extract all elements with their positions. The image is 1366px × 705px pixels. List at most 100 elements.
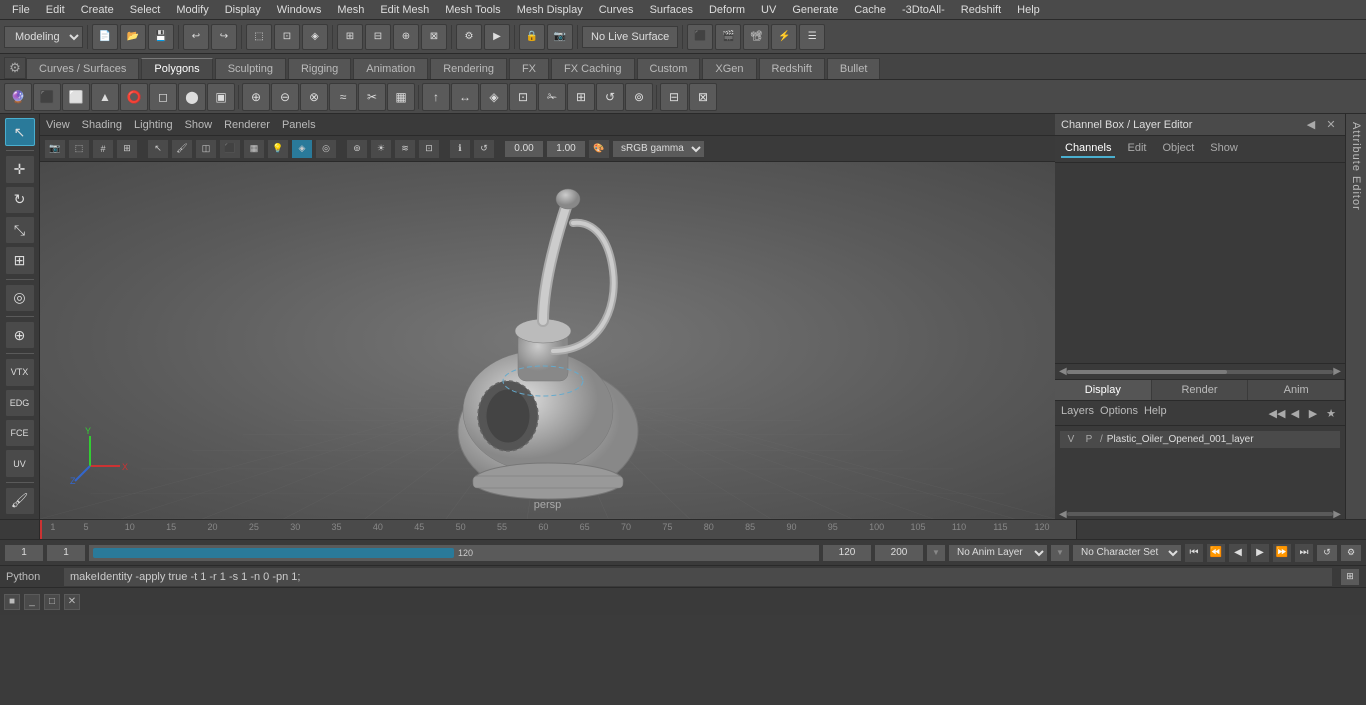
anim-layer-arrow[interactable]: ▼ bbox=[926, 544, 946, 562]
ao-btn[interactable]: ◎ bbox=[315, 139, 337, 159]
multi-cut-icon-btn[interactable]: ⊠ bbox=[689, 83, 717, 111]
menu-redshift[interactable]: Redshift bbox=[953, 0, 1009, 19]
cube-icon-btn[interactable]: ⬛ bbox=[33, 83, 61, 111]
merge-icon-btn[interactable]: ⊡ bbox=[509, 83, 537, 111]
refresh-btn[interactable]: ↺ bbox=[473, 139, 495, 159]
snap-view-button[interactable]: ⊠ bbox=[421, 24, 447, 50]
layer-opt-layers[interactable]: Layers bbox=[1061, 405, 1094, 421]
layer-scrollbar[interactable] bbox=[1067, 512, 1334, 516]
cb-scroll-right[interactable]: ▶ bbox=[1333, 366, 1341, 377]
magnet-button[interactable]: 🔒 bbox=[519, 24, 545, 50]
universal-manip-tool[interactable]: ⊞ bbox=[5, 246, 35, 274]
cb-tab-object[interactable]: Object bbox=[1158, 140, 1198, 158]
fill-icon-btn[interactable]: ▦ bbox=[387, 83, 415, 111]
workspace-dropdown[interactable]: Modeling bbox=[4, 26, 83, 48]
menu-create[interactable]: Create bbox=[73, 0, 122, 19]
tab-xgen[interactable]: XGen bbox=[702, 58, 756, 79]
playblast-button[interactable]: 📽 bbox=[743, 24, 769, 50]
plane-icon-btn[interactable]: ◻ bbox=[149, 83, 177, 111]
extract-icon-btn[interactable]: ✂ bbox=[358, 83, 386, 111]
edge-mode-btn[interactable]: EDG bbox=[5, 389, 35, 417]
wire-btn[interactable]: ◫ bbox=[195, 139, 217, 159]
viewport-render-button[interactable]: 🎬 bbox=[715, 24, 741, 50]
pipe-icon-btn[interactable]: ▣ bbox=[207, 83, 235, 111]
boolean-icon-btn[interactable]: ⊗ bbox=[300, 83, 328, 111]
play-back-btn[interactable]: ◀ bbox=[1228, 543, 1248, 563]
film-gate-btn[interactable]: ⬚ bbox=[68, 139, 90, 159]
step-forward-btn[interactable]: ⏩ bbox=[1272, 543, 1292, 563]
subdiv-btn[interactable]: ⊡ bbox=[418, 139, 440, 159]
extrude-icon-btn[interactable]: ↑ bbox=[422, 83, 450, 111]
camera-btn[interactable]: 📷 bbox=[44, 139, 66, 159]
max-frame-input[interactable] bbox=[874, 544, 924, 562]
loop-btn[interactable]: ↺ bbox=[1316, 544, 1338, 562]
ring-icon-btn[interactable]: ⊚ bbox=[625, 83, 653, 111]
menu-select[interactable]: Select bbox=[122, 0, 169, 19]
menu-edit[interactable]: Edit bbox=[38, 0, 73, 19]
viewport-menu-shading[interactable]: Shading bbox=[82, 119, 122, 131]
layer-opt-options[interactable]: Options bbox=[1100, 405, 1138, 421]
tab-custom[interactable]: Custom bbox=[637, 58, 701, 79]
win-close-btn[interactable]: ✕ bbox=[64, 594, 80, 610]
settings-icon[interactable]: ⚙ bbox=[4, 57, 26, 79]
attribute-editor-tab[interactable]: Attribute Editor bbox=[1345, 114, 1366, 519]
step-back-btn[interactable]: ⏪ bbox=[1206, 543, 1226, 563]
win-minimize-btn[interactable]: _ bbox=[24, 594, 40, 610]
vertex-mode-btn[interactable]: VTX bbox=[5, 358, 35, 386]
char-set-arrow[interactable]: ▼ bbox=[1050, 544, 1070, 562]
menu-display[interactable]: Display bbox=[217, 0, 269, 19]
face-mode-btn[interactable]: FCE bbox=[5, 419, 35, 447]
layer-visibility[interactable]: V bbox=[1064, 434, 1078, 445]
cb-tab-channels[interactable]: Channels bbox=[1061, 140, 1115, 158]
bridge-icon-btn[interactable]: ↔ bbox=[451, 83, 479, 111]
tab-rigging[interactable]: Rigging bbox=[288, 58, 351, 79]
range-slider[interactable]: 120 bbox=[88, 544, 820, 562]
select-tool-button[interactable]: ⬚ bbox=[246, 24, 272, 50]
tab-animation[interactable]: Animation bbox=[353, 58, 428, 79]
live-surface-button[interactable]: No Live Surface bbox=[582, 26, 678, 48]
sphere-icon-btn[interactable]: 🔮 bbox=[4, 83, 32, 111]
anim-layer-dropdown[interactable]: No Anim Layer bbox=[948, 544, 1048, 562]
layer-playback[interactable]: P bbox=[1082, 434, 1096, 445]
render-settings-button[interactable]: ⚙ bbox=[456, 24, 482, 50]
hud-btn[interactable]: ℹ bbox=[449, 139, 471, 159]
layer-item[interactable]: V P / Plastic_Oiler_Opened_001_layer bbox=[1059, 430, 1341, 449]
uv-mode-btn[interactable]: UV bbox=[5, 449, 35, 477]
render-button[interactable]: ▶ bbox=[484, 24, 510, 50]
layer-tab-render[interactable]: Render bbox=[1152, 380, 1249, 400]
select-tool[interactable]: ↖ bbox=[5, 118, 35, 146]
layer-new-icon[interactable]: ◀◀ bbox=[1269, 405, 1285, 421]
shaded-btn[interactable]: ⬛ bbox=[219, 139, 241, 159]
smooth-icon-btn[interactable]: ≈ bbox=[329, 83, 357, 111]
layer-scroll-left[interactable]: ◀ bbox=[1059, 509, 1067, 520]
new-scene-button[interactable]: 📄 bbox=[92, 24, 118, 50]
cone-icon-btn[interactable]: ▲ bbox=[91, 83, 119, 111]
viewport-menu-renderer[interactable]: Renderer bbox=[224, 119, 270, 131]
lasso-tool-button[interactable]: ⊡ bbox=[274, 24, 300, 50]
menu-uv[interactable]: UV bbox=[753, 0, 784, 19]
snap-point-button[interactable]: ⊕ bbox=[393, 24, 419, 50]
layer-scroll-right[interactable]: ▶ bbox=[1333, 509, 1341, 520]
cut-icon-btn[interactable]: ✁ bbox=[538, 83, 566, 111]
scale-tool[interactable]: ⤡ bbox=[5, 216, 35, 244]
status-script-btn[interactable]: ⊞ bbox=[1340, 568, 1360, 586]
tab-sculpting[interactable]: Sculpting bbox=[215, 58, 286, 79]
viewport-menu-view[interactable]: View bbox=[46, 119, 70, 131]
shadow-btn[interactable]: ◈ bbox=[291, 139, 313, 159]
command-output[interactable]: makeIdentity -apply true -t 1 -r 1 -s 1 … bbox=[64, 568, 1332, 586]
tab-fx[interactable]: FX bbox=[509, 58, 549, 79]
camera-far-input[interactable] bbox=[546, 140, 586, 158]
sculpt-tool[interactable]: 🖌 bbox=[5, 487, 35, 515]
redo-button[interactable]: ↪ bbox=[211, 24, 237, 50]
tab-bullet[interactable]: Bullet bbox=[827, 58, 881, 79]
menu-mesh[interactable]: Mesh bbox=[329, 0, 372, 19]
menu-modify[interactable]: Modify bbox=[168, 0, 216, 19]
layer-prev-icon[interactable]: ◀ bbox=[1287, 405, 1303, 421]
combine-icon-btn[interactable]: ⊕ bbox=[242, 83, 270, 111]
move-tool[interactable]: ✛ bbox=[5, 155, 35, 183]
layer-tab-anim[interactable]: Anim bbox=[1248, 380, 1345, 400]
cb-scroll-left[interactable]: ◀ bbox=[1059, 366, 1067, 377]
tab-redshift[interactable]: Redshift bbox=[759, 58, 825, 79]
torus-icon-btn[interactable]: ⭕ bbox=[120, 83, 148, 111]
viewport-menu-panels[interactable]: Panels bbox=[282, 119, 316, 131]
